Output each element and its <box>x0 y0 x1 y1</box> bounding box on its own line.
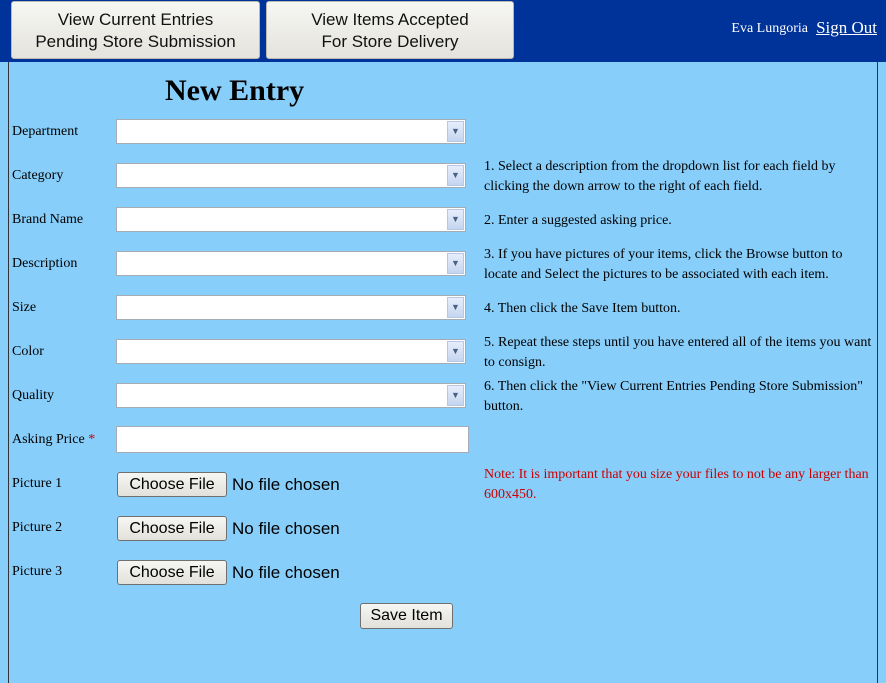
save-item-button[interactable]: Save Item <box>360 603 453 629</box>
view-pending-entries-line1: View Current Entries <box>57 10 214 29</box>
top-nav-bar: View Current Entries Pending Store Submi… <box>0 0 886 62</box>
asking-price-label-text: Asking Price <box>12 432 85 447</box>
file-size-note: Note: It is important that you size your… <box>484 467 869 502</box>
instruction-step-1: 1. Select a description from the dropdow… <box>484 159 836 194</box>
instruction-step-5: 5. Repeat these steps until you have ent… <box>484 335 872 370</box>
picture-2-choose-file-button[interactable]: Choose File <box>117 516 227 541</box>
instruction-step-6: 6. Then click the "View Current Entries … <box>484 379 863 414</box>
chevron-down-icon[interactable]: ▼ <box>447 253 464 274</box>
category-label: Category <box>12 168 64 183</box>
quality-label: Quality <box>12 388 54 403</box>
required-marker: * <box>88 432 96 447</box>
sign-out-link[interactable]: Sign Out <box>816 18 877 38</box>
chevron-down-icon[interactable]: ▼ <box>447 121 464 142</box>
category-select[interactable]: ▼ <box>116 163 466 188</box>
picture-2-file-status: No file chosen <box>232 519 340 538</box>
description-label: Description <box>12 256 78 271</box>
chevron-down-icon[interactable]: ▼ <box>447 341 464 362</box>
description-select[interactable]: ▼ <box>116 251 466 276</box>
asking-price-label: Asking Price * <box>12 432 95 448</box>
page-title: New Entry <box>165 74 305 107</box>
picture-3-choose-file-button[interactable]: Choose File <box>117 560 227 585</box>
view-pending-entries-button[interactable]: View Current Entries Pending Store Submi… <box>11 1 260 59</box>
picture-3-file-status: No file chosen <box>232 563 340 582</box>
chevron-down-icon[interactable]: ▼ <box>447 297 464 318</box>
size-label: Size <box>12 300 37 315</box>
view-accepted-items-button[interactable]: View Items Accepted For Store Delivery <box>266 1 514 59</box>
view-accepted-items-line2: For Store Delivery <box>321 32 459 51</box>
brand-name-label: Brand Name <box>12 212 84 227</box>
picture-2-label: Picture 2 <box>12 520 63 535</box>
picture-1-label: Picture 1 <box>12 476 63 491</box>
chevron-down-icon[interactable]: ▼ <box>447 385 464 406</box>
size-select[interactable]: ▼ <box>116 295 466 320</box>
department-select[interactable]: ▼ <box>116 119 466 144</box>
quality-select[interactable]: ▼ <box>116 383 466 408</box>
instruction-step-2: 2. Enter a suggested asking price. <box>484 213 672 228</box>
view-accepted-items-line1: View Items Accepted <box>311 10 469 29</box>
chevron-down-icon[interactable]: ▼ <box>447 209 464 230</box>
asking-price-input[interactable] <box>116 426 469 453</box>
department-label: Department <box>12 124 79 139</box>
chevron-down-icon[interactable]: ▼ <box>447 165 464 186</box>
picture-1-choose-file-button[interactable]: Choose File <box>117 472 227 497</box>
color-select[interactable]: ▼ <box>116 339 466 364</box>
user-name: Eva Lungoria <box>731 21 808 36</box>
instruction-step-3: 3. If you have pictures of your items, c… <box>484 247 843 282</box>
instruction-step-4: 4. Then click the Save Item button. <box>484 301 681 316</box>
picture-1-file-status: No file chosen <box>232 475 340 494</box>
brand-name-select[interactable]: ▼ <box>116 207 466 232</box>
view-pending-entries-line2: Pending Store Submission <box>35 32 236 51</box>
color-label: Color <box>12 344 44 359</box>
picture-3-label: Picture 3 <box>12 564 63 579</box>
